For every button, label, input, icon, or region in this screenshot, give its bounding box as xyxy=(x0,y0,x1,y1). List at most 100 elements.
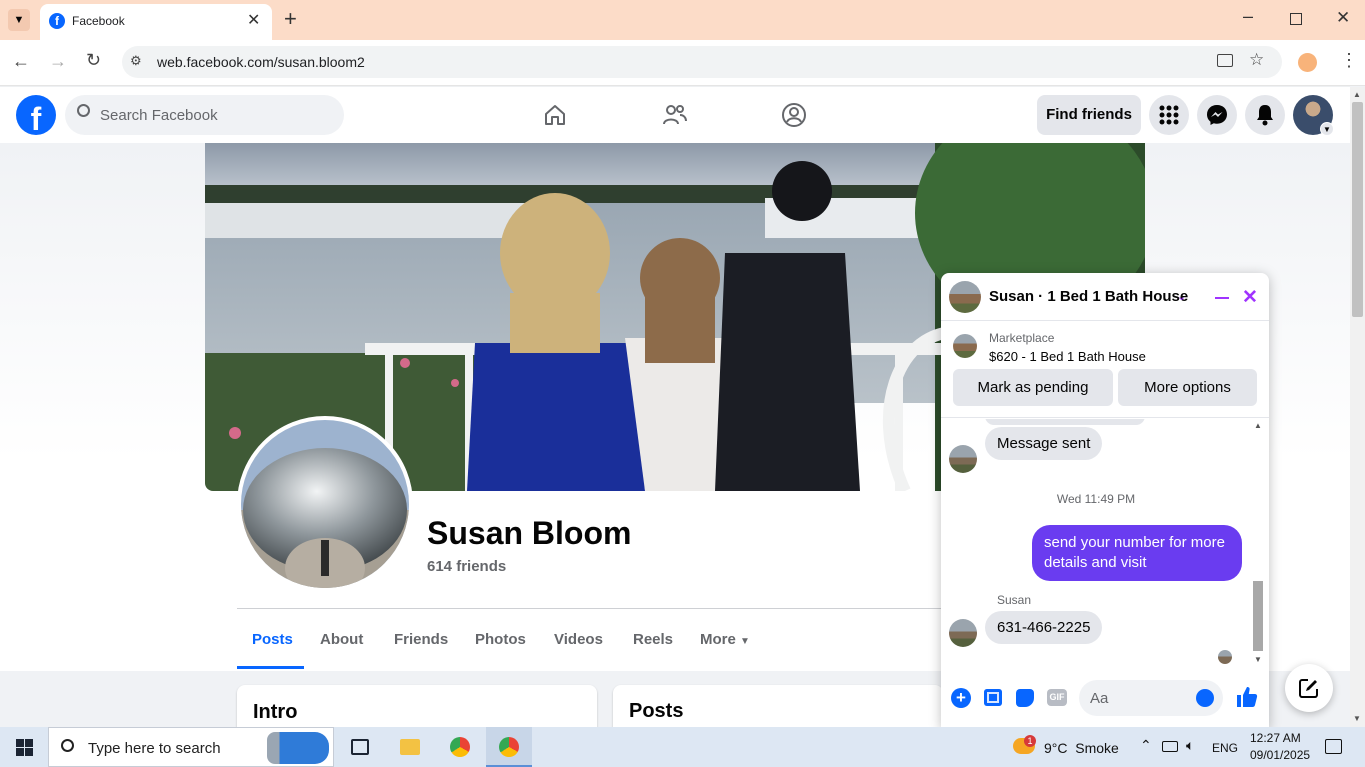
browser-tab-bar: ▼ f Facebook ✕ + – ✕ xyxy=(0,0,1365,40)
outgoing-message-text: send your number for more details and vi… xyxy=(1044,534,1225,571)
back-icon[interactable]: ← xyxy=(12,51,30,72)
chat-header[interactable]: Susan · 1 Bed 1 Bath House ⌄ ✕ xyxy=(941,273,1269,321)
sender-avatar xyxy=(949,445,977,473)
new-message-button[interactable] xyxy=(1285,664,1333,712)
close-window-icon[interactable]: ✕ xyxy=(1336,8,1350,28)
notification-center-icon[interactable] xyxy=(1325,739,1342,754)
close-chat-icon[interactable]: ✕ xyxy=(1242,286,1258,309)
message-input-placeholder: Aa xyxy=(1090,690,1109,707)
tab-photos[interactable]: Photos xyxy=(475,631,526,648)
menu-grid-icon xyxy=(1159,105,1179,125)
url-text: web.facebook.com/susan.bloom2 xyxy=(157,54,365,70)
gif-icon[interactable]: GIF xyxy=(1047,689,1067,706)
page-scrollbar[interactable]: ▲ ▼ xyxy=(1350,87,1365,727)
minimize-window-icon[interactable]: – xyxy=(1243,6,1253,27)
task-view-icon[interactable] xyxy=(351,739,369,755)
bookmark-star-icon[interactable]: ☆ xyxy=(1249,50,1264,70)
tab-about[interactable]: About xyxy=(320,631,363,648)
search-icon xyxy=(77,104,90,117)
message-list[interactable]: Message sent Wed 11:49 PM send your numb… xyxy=(941,419,1251,667)
tab-title: Facebook xyxy=(72,14,125,28)
taskbar-search-icon xyxy=(61,739,74,752)
messenger-button[interactable] xyxy=(1197,95,1237,135)
more-actions-plus-icon[interactable]: + xyxy=(951,688,971,708)
browser-address-bar: ← → ↻ ⚙ web.facebook.com/susan.bloom2 ☆ … xyxy=(0,40,1365,86)
clock-time[interactable]: 12:27 AM xyxy=(1250,731,1301,745)
sender-name: Susan xyxy=(997,593,1032,607)
page-scroll-up-icon[interactable]: ▲ xyxy=(1353,90,1361,99)
url-field[interactable]: ⚙ web.facebook.com/susan.bloom2 ☆ xyxy=(122,46,1282,78)
marketplace-listing-banner[interactable]: Marketplace $620 - 1 Bed 1 Bath House Ma… xyxy=(941,322,1269,418)
profile-picture[interactable] xyxy=(237,416,413,592)
emoji-icon[interactable] xyxy=(1196,689,1214,707)
thumbs-up-icon[interactable] xyxy=(1236,686,1258,708)
minimize-chat-icon[interactable] xyxy=(1215,297,1229,299)
incoming-message-bubble: 631-466-2225 xyxy=(985,611,1103,644)
search-placeholder: Search Facebook xyxy=(100,107,218,124)
page-scrollbar-thumb[interactable] xyxy=(1352,102,1363,317)
facebook-logo[interactable]: f xyxy=(16,95,56,135)
mark-as-pending-label: Mark as pending xyxy=(977,379,1089,396)
new-tab-icon[interactable]: + xyxy=(284,6,297,32)
mark-as-pending-button[interactable]: Mark as pending xyxy=(953,369,1113,406)
profile-icon[interactable] xyxy=(1298,53,1317,72)
tab-list-chevron-icon[interactable]: ▼ xyxy=(8,9,30,31)
profile-name: Susan Bloom xyxy=(427,515,632,551)
tab-videos[interactable]: Videos xyxy=(554,631,603,648)
notifications-button[interactable] xyxy=(1245,95,1285,135)
volume-icon[interactable]: 🔈︎ xyxy=(1186,737,1194,754)
search-input[interactable]: Search Facebook xyxy=(65,95,344,135)
groups-icon[interactable] xyxy=(781,102,807,128)
partial-message-bubble xyxy=(985,419,1145,425)
tab-more[interactable]: More ▼ xyxy=(700,631,750,648)
install-app-icon[interactable] xyxy=(1217,54,1233,67)
friends-count[interactable]: 614 friends xyxy=(427,558,506,575)
friends-icon[interactable] xyxy=(662,103,688,127)
find-friends-label: Find friends xyxy=(1046,106,1132,123)
windows-start-icon[interactable] xyxy=(16,739,33,756)
tab-posts[interactable]: Posts xyxy=(252,631,293,648)
home-icon[interactable] xyxy=(543,103,567,127)
scrollbar-thumb[interactable] xyxy=(1253,581,1263,651)
chrome-icon[interactable] xyxy=(450,737,470,757)
intro-title: Intro xyxy=(253,701,298,723)
browser-tab[interactable]: f Facebook ✕ xyxy=(40,4,272,40)
scroll-down-arrow-icon[interactable]: ▼ xyxy=(1254,655,1262,664)
tab-close-icon[interactable]: ✕ xyxy=(247,10,260,30)
sticker-icon[interactable] xyxy=(1016,689,1034,707)
forward-icon[interactable]: → xyxy=(49,51,67,72)
weather-text[interactable]: 9°C Smoke xyxy=(1044,740,1119,756)
page-scroll-down-icon[interactable]: ▼ xyxy=(1353,714,1361,723)
browser-menu-icon[interactable]: ⋮ xyxy=(1340,50,1358,71)
hidden-icons-chevron-icon[interactable]: ⌃ xyxy=(1140,737,1152,754)
taskbar-search-input[interactable]: Type here to search xyxy=(48,727,334,767)
site-info-icon[interactable]: ⚙ xyxy=(130,53,142,69)
chat-title-chevron-down-icon[interactable]: ⌄ xyxy=(1177,290,1186,303)
tab-more-label: More xyxy=(700,631,736,648)
facebook-header: f Search Facebook Find friends ▼ xyxy=(0,87,1350,143)
profile-picture-image xyxy=(241,420,409,588)
clock-date[interactable]: 09/01/2025 xyxy=(1250,748,1310,762)
more-options-button[interactable]: More options xyxy=(1118,369,1257,406)
find-friends-button[interactable]: Find friends xyxy=(1037,95,1141,135)
scroll-up-arrow-icon[interactable]: ▲ xyxy=(1254,421,1262,430)
battery-icon[interactable] xyxy=(1162,741,1178,752)
windows-taskbar: Type here to search 1 9°C Smoke ⌃ 🔈︎ ENG… xyxy=(0,727,1365,767)
chrome-profile-icon[interactable] xyxy=(486,727,532,767)
reload-icon[interactable]: ↻ xyxy=(86,50,101,71)
file-explorer-icon[interactable] xyxy=(400,739,420,755)
listing-thumbnail xyxy=(953,334,977,358)
language-indicator[interactable]: ENG xyxy=(1212,741,1238,755)
tab-friends[interactable]: Friends xyxy=(394,631,448,648)
message-timestamp: Wed 11:49 PM xyxy=(1056,492,1136,506)
message-scrollbar[interactable]: ▲ ▼ xyxy=(1251,419,1267,667)
menu-grid-button[interactable] xyxy=(1149,95,1189,135)
restore-window-icon[interactable] xyxy=(1290,13,1302,25)
tab-reels[interactable]: Reels xyxy=(633,631,673,648)
attach-photo-icon[interactable] xyxy=(984,689,1002,706)
message-sent-text: Message sent xyxy=(997,435,1091,452)
profile-tabs: Posts About Friends Photos Videos Reels … xyxy=(237,608,957,670)
account-chevron-down-icon[interactable]: ▼ xyxy=(1320,122,1334,136)
message-input[interactable]: Aa xyxy=(1079,680,1223,716)
sender-avatar xyxy=(949,619,977,647)
